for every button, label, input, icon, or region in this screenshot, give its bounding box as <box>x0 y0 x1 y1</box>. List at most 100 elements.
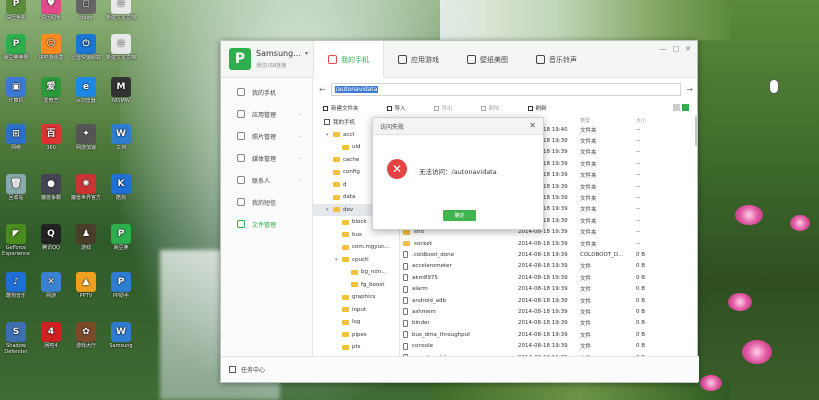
desktop-shortcut[interactable]: ✕ 网游 <box>36 272 66 299</box>
desktop-shortcut[interactable]: ▣ 计算机 <box>1 77 31 104</box>
toolbar-button[interactable]: 导入 <box>386 104 406 112</box>
tab-label: 壁纸美图 <box>480 55 508 64</box>
desktop-shortcut-label: 新建文本文档 <box>106 55 137 61</box>
sidebar-item[interactable]: 照片管理 ⌄ <box>221 125 312 147</box>
file-row[interactable]: binder 2014-08-18 19:39 文件 0 B <box>401 318 699 329</box>
desktop-shortcut[interactable]: W 文档 <box>106 124 136 151</box>
desktop-shortcut[interactable]: P 豌豆荚 <box>106 224 136 251</box>
desktop-shortcut[interactable]: ▲ PPTV <box>71 272 101 299</box>
file-row[interactable]: bus_dma_throughput 2014-08-18 19:39 文件 0 B <box>401 329 699 340</box>
desktop-shortcut[interactable]: S Shadow Defender <box>1 322 31 355</box>
desktop-shortcut[interactable]: ♟ 游戏 <box>71 224 101 251</box>
desktop-shortcut[interactable]: Q 腾讯QQ <box>36 224 66 251</box>
tree-node[interactable]: log <box>313 316 399 329</box>
file-size: -- <box>636 160 640 167</box>
desktop-shortcut[interactable]: ◻ clean <box>71 0 101 21</box>
sidebar-item[interactable]: 我的手机 <box>221 81 312 103</box>
expand-toggle-icon[interactable]: ▾ <box>326 207 330 213</box>
sidebar-item[interactable]: 媒体管理 ⌄ <box>221 147 312 169</box>
ok-button[interactable]: 确定 <box>443 210 476 221</box>
file-row[interactable]: socket 2014-08-18 19:39 文件夹 -- <box>401 238 699 249</box>
list-view-icon[interactable] <box>682 104 689 111</box>
minimize-button[interactable]: — <box>660 45 667 53</box>
toolbar-label: 新建文件夹 <box>331 106 359 112</box>
close-button[interactable]: ✕ <box>685 45 691 53</box>
path-input[interactable]: /autonavidata <box>330 82 682 96</box>
task-center[interactable]: 任务中心 <box>221 356 699 382</box>
desktop-shortcut[interactable]: 爱爱奇艺 <box>36 77 66 104</box>
back-arrow-icon[interactable]: ← <box>319 85 326 94</box>
tree-node[interactable]: ▾ cpuctl <box>313 254 399 267</box>
file-row[interactable]: .coldboot_done 2014-08-18 19:39 COLDBOOT_D… <box>401 249 699 260</box>
desktop-shortcut[interactable]: ≡ 新建文本文档 <box>106 0 136 21</box>
desktop-shortcut[interactable]: ✺ 魔兽世界官方 <box>71 174 101 201</box>
file-row[interactable]: console 2014-08-18 19:39 文件 0 B <box>401 340 699 351</box>
desktop-shortcut[interactable]: ● 魔兽争霸 <box>36 174 66 201</box>
tree-node[interactable]: fg_boost <box>313 279 399 292</box>
tree-node[interactable]: input <box>313 304 399 317</box>
desktop-shortcut[interactable]: ≡ 新建文本文档 <box>106 34 136 61</box>
tab-music[interactable]: 音乐铃声 <box>522 41 591 78</box>
desktop-shortcut[interactable]: 🗑 回收站 <box>1 174 31 201</box>
desktop-shortcut[interactable]: P 豌豆荚苹果 <box>1 34 31 61</box>
device-name[interactable]: Samsung... <box>256 49 301 58</box>
desktop-shortcut[interactable]: ✦ 网游加速 <box>71 124 101 151</box>
close-icon[interactable]: ✕ <box>529 121 536 130</box>
file-row[interactable]: akm8975 2014-08-18 19:39 文件 0 B <box>401 272 699 283</box>
desktop-shortcut[interactable]: ◤ GeForce Experience <box>1 224 31 257</box>
app-icon: S <box>6 322 26 342</box>
expand-toggle-icon[interactable]: ▾ <box>335 257 339 263</box>
file-name-cell: binder <box>401 319 518 327</box>
desktop-shortcut[interactable]: P 快压手机 <box>1 0 31 21</box>
tab-apps-games[interactable]: 应用游戏 <box>384 41 453 78</box>
desktop-shortcut-label: 迅雷快速卸载 <box>71 55 102 61</box>
wallpaper-flower <box>790 215 810 231</box>
tree-node[interactable]: graphics <box>313 291 399 304</box>
file-row[interactable]: alarm 2014-08-18 19:39 文件 0 B <box>401 283 699 294</box>
desktop-shortcut[interactable]: ☺ 快吧游戏盒 <box>36 34 66 61</box>
sidebar-item[interactable]: 文件管理 <box>221 213 312 235</box>
toolbar-button[interactable]: 新建文件夹 <box>323 104 359 112</box>
tab-my-phone[interactable]: 我的手机 <box>313 41 384 78</box>
desktop-shortcut[interactable]: K 酷狗 <box>106 174 136 201</box>
header-type[interactable]: 类型 <box>580 117 636 124</box>
file-row[interactable]: accelerometer 2014-08-18 19:39 文件 0 B <box>401 261 699 272</box>
expand-toggle-icon[interactable]: ▾ <box>326 132 330 138</box>
sidebar-item[interactable]: 应用管理 ⌄ <box>221 103 312 125</box>
file-row[interactable]: android_adb 2014-08-18 19:39 文件 0 B <box>401 295 699 306</box>
file-size: -- <box>636 138 640 145</box>
header-size[interactable]: 大小 <box>636 117 686 124</box>
desktop-shortcut[interactable]: ♥ 快压助手 <box>36 0 66 21</box>
desktop-shortcut[interactable]: e ie浏览器 <box>71 77 101 104</box>
file-row[interactable]: ashmem 2014-08-18 19:39 文件 0 B <box>401 306 699 317</box>
file-name-cell: ashmem <box>401 308 518 316</box>
tree-node[interactable]: bg_non... <box>313 266 399 279</box>
grid-view-icon[interactable] <box>673 104 680 111</box>
tree-node[interactable]: pipes <box>313 329 399 342</box>
desktop-shortcut[interactable]: ✿ 游戏大厅 <box>71 322 101 349</box>
forward-arrow-icon[interactable]: → <box>686 85 693 94</box>
tab-wallpapers[interactable]: 壁纸美图 <box>453 41 522 78</box>
desktop-shortcut[interactable]: ♪ 酷狗音乐 <box>1 272 31 299</box>
file-date: 2014-08-18 19:39 <box>518 251 568 258</box>
chevron-down-icon[interactable]: ▾ <box>305 50 308 57</box>
desktop-shortcut[interactable]: 百 360 <box>36 124 66 151</box>
sidebar-item[interactable]: 联系人 ⌄ <box>221 169 312 191</box>
tree-node[interactable]: com.mgyun... <box>313 241 399 254</box>
toolbar-button[interactable]: 导出 <box>433 104 453 112</box>
maximize-button[interactable]: □ <box>673 45 680 53</box>
desktop-shortcut[interactable]: M NISMW <box>106 77 136 104</box>
desktop-shortcut[interactable]: ⏻ 迅雷快速卸载 <box>71 34 101 61</box>
desktop-shortcut[interactable]: P PP助手 <box>106 272 136 299</box>
file-type: 文件 <box>580 309 592 316</box>
scrollbar[interactable] <box>695 116 698 146</box>
sidebar-item[interactable]: 我的短信 <box>221 191 312 213</box>
tree-node[interactable]: bus <box>313 229 399 242</box>
toolbar-button[interactable]: 删除 <box>480 104 500 112</box>
desktop-shortcut[interactable]: ⊞ 网络 <box>1 124 31 151</box>
tree-node-label: uid <box>352 144 361 151</box>
tree-node[interactable]: pts <box>313 341 399 354</box>
toolbar-button[interactable]: 刷新 <box>527 104 547 112</box>
desktop-shortcut[interactable]: W Samsung <box>106 322 136 349</box>
desktop-shortcut[interactable]: 4 网吧4 <box>36 322 66 349</box>
